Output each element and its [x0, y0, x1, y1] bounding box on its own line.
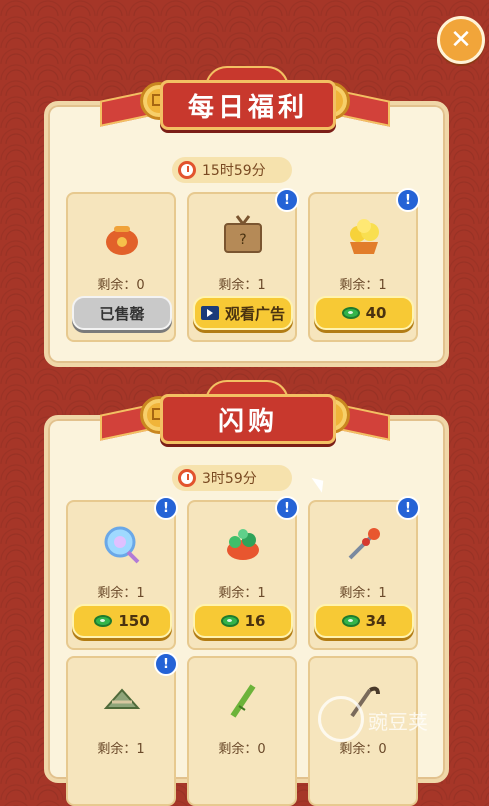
flash-card-hairpin[interactable]: ! 剩余：1 34: [308, 496, 420, 650]
close-icon: ✕: [450, 25, 472, 55]
flash-card-bamboo-rod[interactable]: 剩余：0: [187, 656, 297, 806]
daily-banner: 每日福利: [90, 66, 400, 138]
price-label: 150: [118, 612, 150, 630]
gold-ingots-icon: [340, 212, 388, 260]
svg-text:?: ?: [239, 232, 246, 248]
lucky-bag-icon: [98, 212, 146, 260]
info-icon[interactable]: !: [396, 188, 420, 212]
flash-card-jade-treasure[interactable]: ! 剩余：1 16: [187, 496, 299, 650]
jade-treasure-icon: [219, 520, 267, 568]
daily-card-lucky-bag[interactable]: 剩余：0 已售罄: [66, 192, 176, 342]
flash-card-crystal-orb[interactable]: ! 剩余：1 150: [66, 496, 178, 650]
sold-out-button[interactable]: 已售罄: [72, 296, 172, 330]
daily-timer: 15时59分: [172, 157, 292, 183]
clock-icon: [178, 469, 196, 487]
remain-text: 剩余：0: [218, 742, 266, 757]
jade-coin-icon: [341, 307, 360, 319]
flash-timer: 3时59分: [172, 465, 292, 491]
sold-out-label: 已售罄: [99, 304, 145, 323]
info-icon[interactable]: !: [396, 496, 420, 520]
zongzi-icon: [98, 676, 146, 724]
daily-timer-text: 15时59分: [202, 163, 266, 179]
watch-ad-button[interactable]: 观看广告: [193, 296, 293, 330]
jade-coin-icon: [94, 615, 113, 627]
remain-text: 剩余：0: [97, 278, 145, 293]
watch-ad-label: 观看广告: [224, 304, 285, 323]
watermark: 豌豆荚: [318, 678, 468, 748]
info-icon[interactable]: !: [154, 652, 178, 676]
flash-banner: 闪购: [90, 380, 400, 452]
remain-text: 剩余：1: [218, 278, 266, 293]
price-button[interactable]: 150: [72, 604, 172, 638]
price-button[interactable]: 34: [314, 604, 414, 638]
price-button[interactable]: 40: [314, 296, 414, 330]
remain-text: 剩余：1: [339, 586, 387, 601]
info-icon[interactable]: !: [154, 496, 178, 520]
price-label: 40: [365, 304, 387, 322]
jade-coin-icon: [341, 615, 360, 627]
close-button[interactable]: ✕: [437, 16, 485, 64]
watermark-text: 豌豆荚: [368, 710, 428, 734]
info-icon[interactable]: !: [275, 188, 299, 212]
remain-text: 剩余：1: [218, 586, 266, 601]
flash-title: 闪购: [160, 394, 336, 444]
daily-title: 每日福利: [160, 80, 336, 130]
hairpin-icon: [340, 520, 388, 568]
bamboo-rod-icon: [219, 676, 267, 724]
video-icon: [200, 306, 219, 320]
remain-text: 剩余：1: [97, 742, 145, 757]
price-label: 16: [244, 612, 266, 630]
mystery-box-icon: ?: [219, 212, 267, 260]
price-label: 34: [365, 612, 387, 630]
watermark-logo-icon: [318, 696, 364, 742]
flash-timer-text: 3时59分: [202, 471, 257, 487]
remain-text: 剩余：1: [339, 278, 387, 293]
daily-card-gold-ingots[interactable]: ! 剩余：1 40: [308, 188, 420, 342]
price-button[interactable]: 16: [193, 604, 293, 638]
clock-icon: [178, 161, 196, 179]
jade-coin-icon: [220, 615, 239, 627]
remain-text: 剩余：1: [97, 586, 145, 601]
crystal-orb-icon: [98, 520, 146, 568]
daily-card-mystery-box[interactable]: ! ? 剩余：1 观看广告: [187, 188, 299, 342]
flash-card-zongzi[interactable]: ! 剩余：1: [66, 652, 178, 806]
info-icon[interactable]: !: [275, 496, 299, 520]
